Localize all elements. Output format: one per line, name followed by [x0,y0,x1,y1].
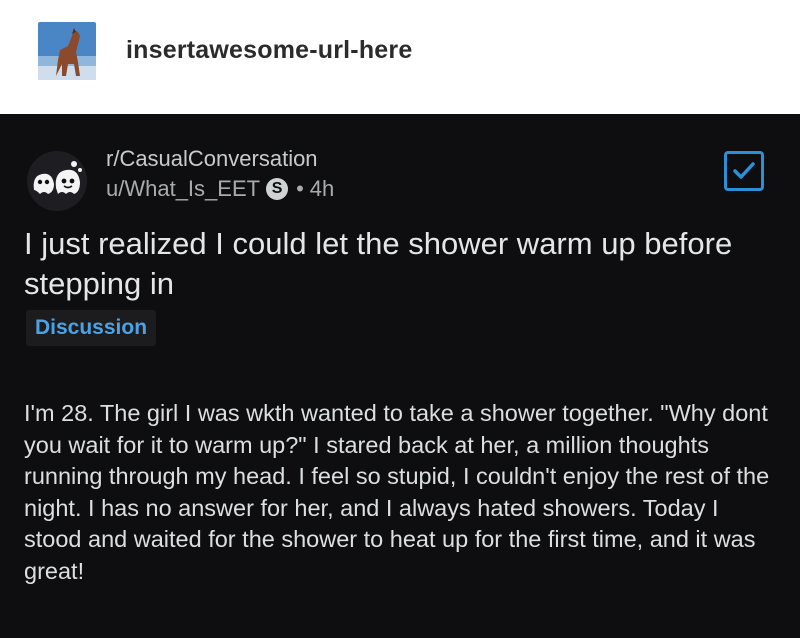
ghost-snoo-icon[interactable] [24,150,90,212]
post-body: I'm 28. The girl I was wkth wanted to ta… [24,400,770,584]
reddit-post-screenshot: r/CasualConversation u/What_Is_EET S • 4… [0,114,800,638]
subreddit-name[interactable]: r/CasualConversation [106,146,318,172]
user-flair-badge: S [266,178,289,200]
checkmark-icon[interactable] [724,151,764,191]
username-link[interactable]: u/What_Is_EET [106,176,260,202]
post-flair-tag[interactable]: Discussion [26,310,157,346]
meta-separator: • [296,176,304,201]
blog-name-link[interactable]: insertawesome-url-here [126,36,412,65]
post-meta: u/What_Is_EET S • 4h [106,176,334,202]
post-age: 4h [309,176,335,201]
dog-avatar-icon[interactable] [38,22,96,80]
post-title[interactable]: I just realized I could let the shower w… [24,224,774,304]
tumblr-post-header: insertawesome-url-here [0,0,800,114]
